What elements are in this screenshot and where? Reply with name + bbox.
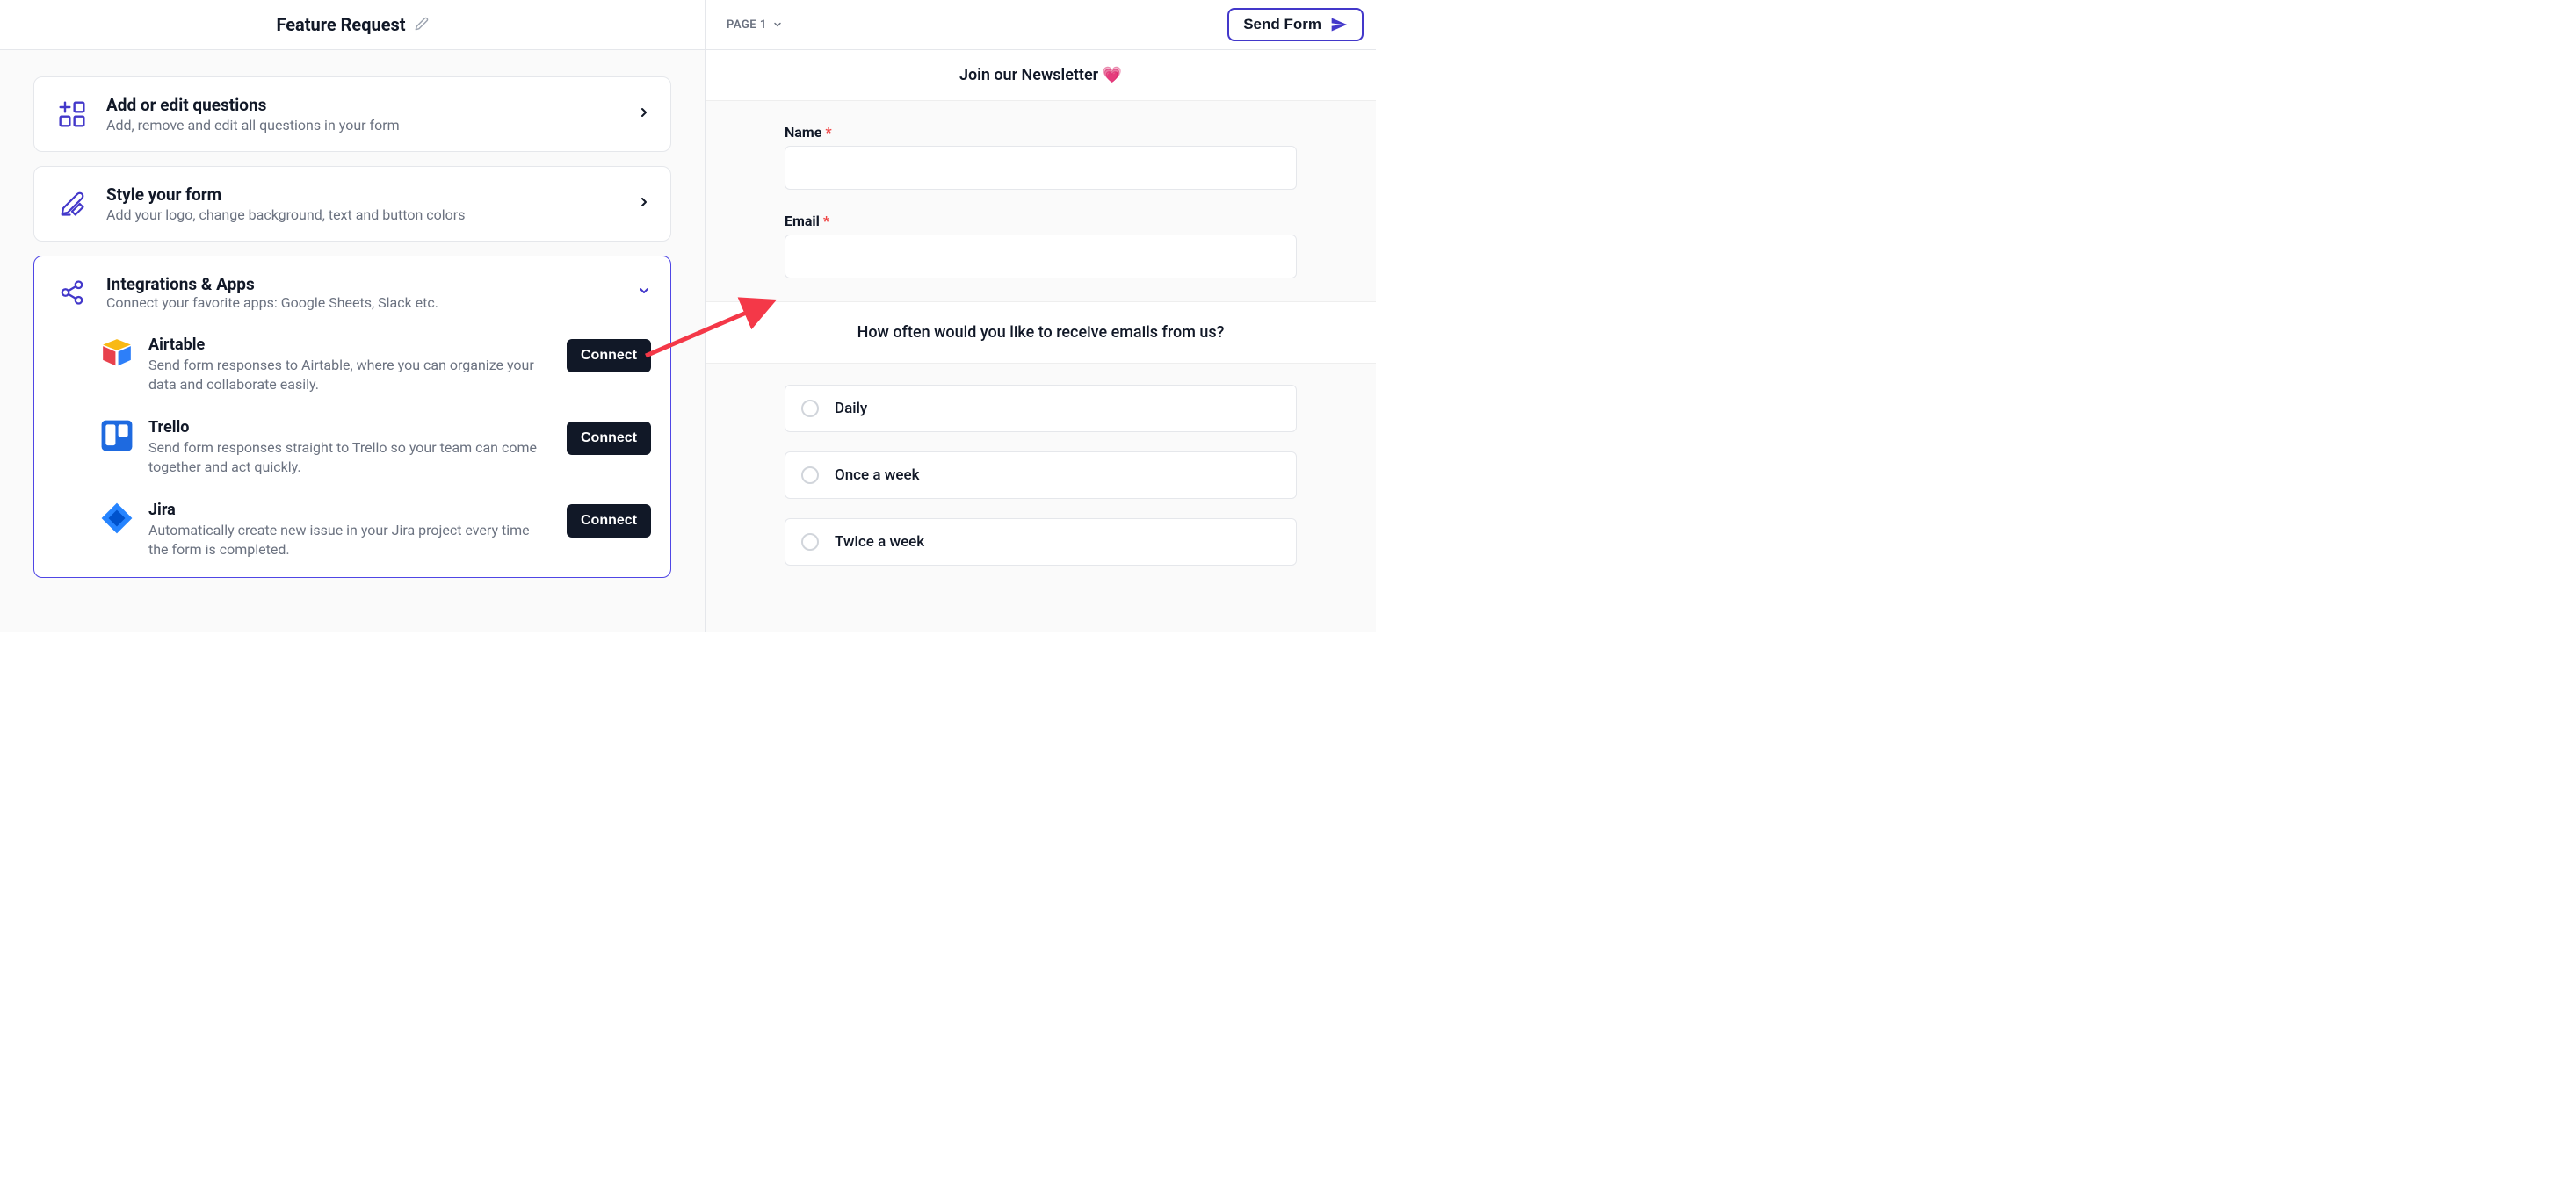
questions-card[interactable]: Add or edit questions Add, remove and ed… [33,76,671,152]
integration-desc: Send form responses straight to Trello s… [148,438,544,478]
connect-button-trello[interactable]: Connect [567,422,651,455]
integration-jira: Jira Automatically create new issue in y… [99,501,651,560]
preview-header: PAGE 1 Send Form [706,0,1376,50]
name-label-text: Name [785,124,821,141]
name-input[interactable] [785,146,1297,190]
radio-label: Twice a week [835,533,924,551]
integration-name: Trello [148,418,544,437]
question-text: How often would you like to receive emai… [706,301,1376,364]
left-header: Feature Request [0,0,705,50]
radio-circle-icon [801,466,819,484]
questions-card-subtitle: Add, remove and edit all questions in yo… [106,117,621,134]
airtable-icon [99,336,134,371]
preview-body: Name * Email * How often would you like … [706,101,1376,585]
form-title-text: Feature Request [276,14,405,35]
integrations-title: Integrations & Apps [106,274,621,294]
email-input[interactable] [785,235,1297,278]
integration-name: Jira [148,501,544,519]
radio-circle-icon [801,400,819,417]
required-marker: * [823,213,829,229]
required-marker: * [825,124,831,141]
grid-plus-icon [54,100,90,128]
email-label-text: Email [785,213,820,229]
chevron-right-icon [637,105,651,124]
connect-button-jira[interactable]: Connect [567,504,651,538]
form-title: Feature Request [276,14,428,35]
page-selector-label: PAGE 1 [727,18,767,32]
radio-option-weekly[interactable]: Once a week [785,451,1297,499]
email-label: Email * [785,213,1297,229]
connect-button-airtable[interactable]: Connect [567,339,651,372]
jira-icon [99,501,134,536]
radio-option-twice-week[interactable]: Twice a week [785,518,1297,566]
integration-airtable: Airtable Send form responses to Airtable… [99,336,651,395]
integrations-card: Integrations & Apps Connect your favorit… [33,256,671,578]
chevron-down-icon [772,19,783,30]
integration-desc: Automatically create new issue in your J… [148,521,544,560]
questions-card-title: Add or edit questions [106,95,621,115]
radio-label: Once a week [835,466,919,484]
send-form-label: Send Form [1243,16,1321,33]
share-icon [54,279,90,306]
integration-desc: Send form responses to Airtable, where y… [148,356,544,395]
pencil-icon [54,191,90,217]
chevron-right-icon [637,195,651,213]
integrations-header[interactable]: Integrations & Apps Connect your favorit… [54,274,651,311]
integrations-subtitle: Connect your favorite apps: Google Sheet… [106,294,621,311]
chevron-down-icon [637,284,651,301]
send-form-button[interactable]: Send Form [1227,8,1364,41]
name-label: Name * [785,124,1297,141]
trello-icon [99,418,134,453]
preview-page-title: Join our Newsletter 💗 [706,50,1376,101]
radio-circle-icon [801,533,819,551]
edit-title-icon[interactable] [415,14,429,35]
radio-label: Daily [835,400,867,417]
send-icon [1330,16,1348,33]
integration-name: Airtable [148,336,544,354]
radio-option-daily[interactable]: Daily [785,385,1297,432]
style-card-subtitle: Add your logo, change background, text a… [106,206,621,223]
page-selector[interactable]: PAGE 1 [727,18,783,32]
builder-panel: Add or edit questions Add, remove and ed… [0,50,705,632]
style-card-title: Style your form [106,184,621,205]
style-card[interactable]: Style your form Add your logo, change ba… [33,166,671,242]
integration-trello: Trello Send form responses straight to T… [99,418,651,478]
